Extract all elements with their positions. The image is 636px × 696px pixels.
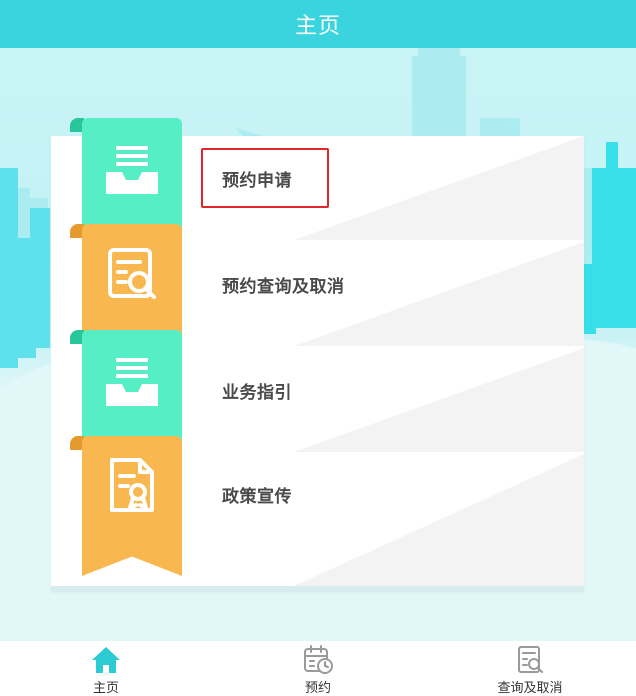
document-search-icon (102, 244, 162, 304)
top-bar: 主页 (0, 0, 636, 48)
nav-item-home[interactable]: 主页 (0, 641, 212, 696)
menu-label-business-guide: 业务指引 (222, 383, 292, 403)
certificate-icon (102, 456, 162, 516)
nav-label-home: 主页 (92, 681, 119, 696)
selection-highlight-box (201, 148, 329, 208)
nav-item-booking[interactable]: 预约 (212, 641, 424, 696)
home-icon (92, 647, 120, 673)
page-title: 主页 (294, 14, 341, 39)
inbox-tray-icon (102, 138, 162, 198)
menu-label-policy: 政策宣传 (222, 487, 292, 507)
nav-label-booking: 预约 (304, 681, 331, 696)
menu-label-booking-query: 预约查询及取消 (222, 277, 345, 297)
calendar-clock-icon (304, 645, 333, 674)
bottom-navigation: 主页 预约 查询及取消 (0, 641, 636, 696)
nav-item-query-cancel[interactable]: 查询及取消 (424, 641, 636, 696)
nav-label-query-cancel: 查询及取消 (497, 681, 563, 696)
document-search-icon (518, 646, 543, 673)
inbox-tray-icon (102, 350, 162, 410)
